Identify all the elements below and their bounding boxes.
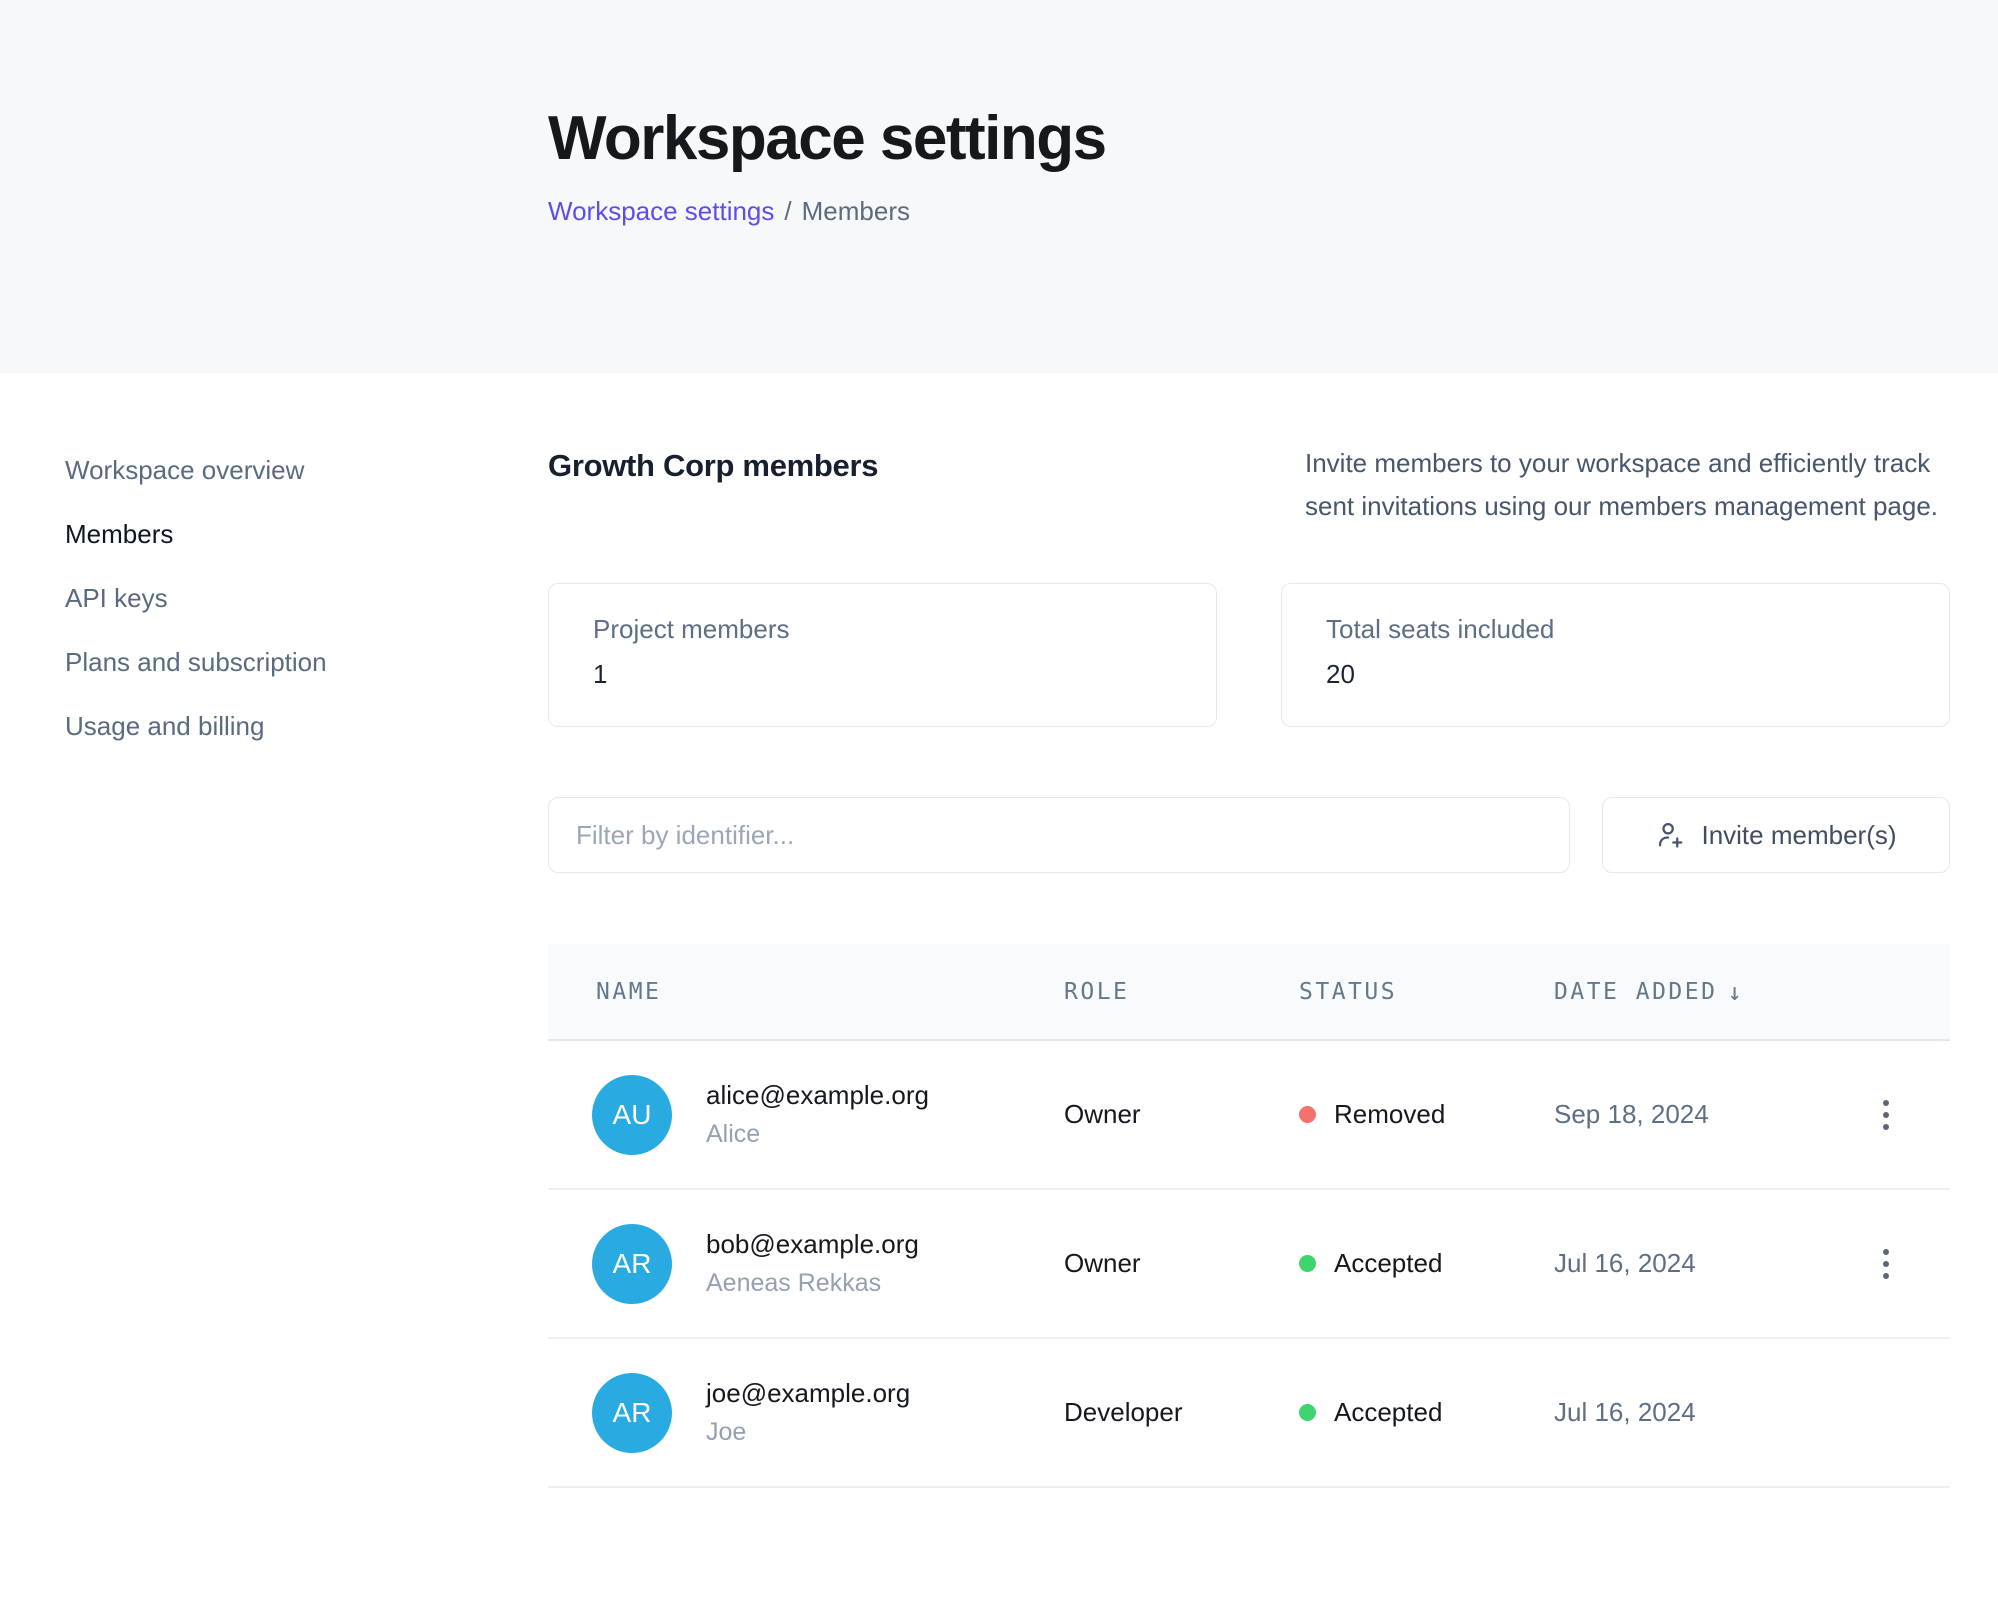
- stat-card-total-seats: Total seats included 20: [1281, 583, 1950, 727]
- filter-input[interactable]: [548, 797, 1570, 873]
- sidebar-item-members[interactable]: Members: [65, 519, 548, 550]
- member-status-cell: Removed: [1299, 1099, 1554, 1130]
- column-header-role: ROLE: [1064, 979, 1299, 1005]
- status-dot: [1299, 1255, 1316, 1272]
- table-body: AU alice@example.org Alice Owner Removed…: [548, 1041, 1950, 1488]
- column-header-date-added[interactable]: DATE ADDED ↓: [1554, 978, 1822, 1006]
- breadcrumb-separator: /: [784, 196, 791, 226]
- table-header-row: NAME ROLE STATUS DATE ADDED ↓: [548, 944, 1950, 1041]
- breadcrumb-link-workspace-settings[interactable]: Workspace settings: [548, 196, 774, 226]
- stat-label: Project members: [593, 614, 1172, 645]
- invite-members-label: Invite member(s): [1701, 820, 1896, 851]
- page-header: Workspace settings Workspace settings / Me…: [0, 0, 1998, 373]
- sidebar-item-usage-and-billing[interactable]: Usage and billing: [65, 711, 548, 742]
- row-menu-button[interactable]: [1871, 1237, 1901, 1291]
- member-name: Joe: [706, 1418, 910, 1447]
- breadcrumb: Workspace settings / Members: [548, 196, 1998, 227]
- sidebar-item-plans-and-subscription[interactable]: Plans and subscription: [65, 647, 548, 678]
- status-dot: [1299, 1404, 1316, 1421]
- member-status-cell: Accepted: [1299, 1248, 1554, 1279]
- avatar: AR: [592, 1224, 672, 1304]
- member-role: Owner: [1064, 1248, 1299, 1279]
- user-plus-icon: [1655, 820, 1685, 850]
- member-date-added: Sep 18, 2024: [1554, 1099, 1822, 1130]
- invite-members-button[interactable]: Invite member(s): [1602, 797, 1950, 873]
- member-status: Accepted: [1334, 1397, 1442, 1428]
- section-heading: Growth Corp members: [548, 448, 878, 484]
- stat-label: Total seats included: [1326, 614, 1905, 645]
- breadcrumb-current: Members: [802, 196, 910, 226]
- status-dot: [1299, 1106, 1316, 1123]
- column-header-status: STATUS: [1299, 979, 1554, 1005]
- member-status-cell: Accepted: [1299, 1397, 1554, 1428]
- table-row: AU alice@example.org Alice Owner Removed…: [548, 1041, 1950, 1190]
- member-role: Owner: [1064, 1099, 1299, 1130]
- sort-descending-icon: ↓: [1727, 978, 1744, 1006]
- avatar: AU: [592, 1075, 672, 1155]
- member-status: Accepted: [1334, 1248, 1442, 1279]
- section-description: Invite members to your workspace and eff…: [1305, 442, 1950, 528]
- stats-row: Project members 1 Total seats included 2…: [548, 583, 1950, 727]
- member-email: bob@example.org: [706, 1229, 919, 1260]
- member-name: Aeneas Rekkas: [706, 1269, 919, 1298]
- member-role: Developer: [1064, 1397, 1299, 1428]
- avatar: AR: [592, 1373, 672, 1453]
- table-row: AR bob@example.org Aeneas Rekkas Owner A…: [548, 1190, 1950, 1339]
- row-menu-button[interactable]: [1871, 1088, 1901, 1142]
- member-email: alice@example.org: [706, 1080, 929, 1111]
- member-date-added: Jul 16, 2024: [1554, 1397, 1822, 1428]
- member-name: Alice: [706, 1120, 929, 1149]
- table-row: AR joe@example.org Joe Developer Accepte…: [548, 1339, 1950, 1488]
- stat-card-project-members: Project members 1: [548, 583, 1217, 727]
- sidebar-item-workspace-overview[interactable]: Workspace overview: [65, 455, 548, 486]
- members-page: Growth Corp members Invite members to yo…: [548, 373, 1950, 1488]
- settings-nav: Workspace overview Members API keys Plan…: [0, 373, 548, 1488]
- member-status: Removed: [1334, 1099, 1445, 1130]
- column-header-name: NAME: [548, 979, 1064, 1005]
- page-title: Workspace settings: [548, 103, 1998, 174]
- stat-value: 20: [1326, 659, 1905, 690]
- stat-value: 1: [593, 659, 1172, 690]
- members-table: NAME ROLE STATUS DATE ADDED ↓ AU alice@e…: [548, 944, 1950, 1488]
- sidebar-item-api-keys[interactable]: API keys: [65, 583, 548, 614]
- member-email: joe@example.org: [706, 1378, 910, 1409]
- member-date-added: Jul 16, 2024: [1554, 1248, 1822, 1279]
